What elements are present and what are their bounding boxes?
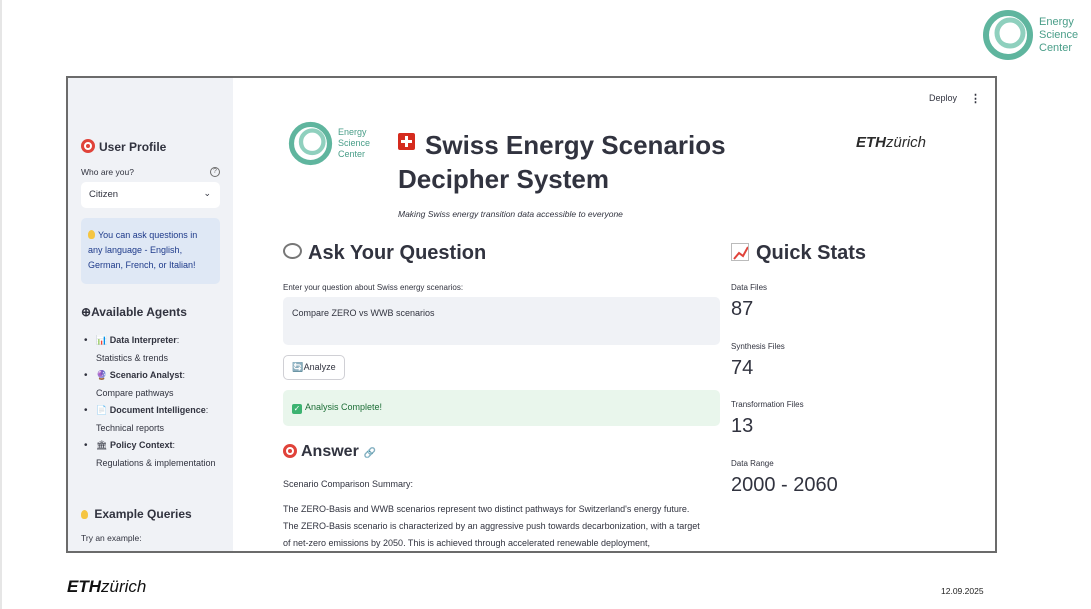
analyze-button[interactable]: 🔄Analyze bbox=[283, 355, 345, 380]
check-icon: ✓ bbox=[292, 404, 302, 414]
ask-question-heading: Ask Your Question bbox=[283, 242, 486, 265]
target-icon bbox=[283, 444, 297, 458]
chart-increasing-icon bbox=[731, 243, 749, 261]
answer-line-3: of net-zero emissions by 2050. This is a… bbox=[283, 538, 651, 548]
agent-item-scenario-analyst: 🔮 Scenario Analyst:Compare pathways bbox=[82, 367, 227, 402]
example-queries-heading: Example Queries bbox=[81, 507, 192, 521]
agent-item-document-intelligence: 📄 Document Intelligence:Technical report… bbox=[82, 402, 227, 437]
stat-value-data-range: 2000 - 2060 bbox=[731, 474, 838, 496]
energy-science-center-text: Energy Science Center bbox=[1039, 15, 1079, 54]
who-are-you-label: Who are you? bbox=[81, 167, 134, 177]
analysis-success-alert: ✓ Analysis Complete! bbox=[283, 390, 720, 426]
energy-science-center-ring-icon bbox=[983, 10, 1033, 60]
stat-label-transformation-files: Transformation Files bbox=[731, 400, 804, 409]
chevron-down-icon: ⌄ bbox=[203, 188, 211, 198]
slide-edge bbox=[0, 0, 2, 609]
question-input[interactable]: Compare ZERO vs WWB scenarios bbox=[283, 297, 720, 345]
help-icon[interactable]: ? bbox=[210, 167, 220, 177]
chart-icon: 📊 bbox=[96, 335, 108, 345]
swiss-flag-icon bbox=[398, 133, 415, 150]
stat-label-data-files: Data Files bbox=[731, 283, 768, 292]
deploy-button[interactable]: Deploy bbox=[929, 93, 957, 103]
lightbulb-icon bbox=[81, 510, 88, 519]
main-esc-logo-text: Energy Science Center bbox=[338, 127, 371, 159]
quick-stats-heading: Quick Stats bbox=[731, 242, 866, 265]
page-subtitle: Making Swiss energy transition data acce… bbox=[398, 209, 623, 219]
classical-building-icon: 🏛 bbox=[96, 440, 108, 450]
target-icon bbox=[81, 139, 95, 153]
question-label: Enter your question about Swiss energy s… bbox=[283, 283, 464, 292]
user-profile-heading: User Profile bbox=[81, 139, 166, 154]
crystal-ball-icon: 🔮 bbox=[96, 370, 108, 380]
slide-date: 12.09.2025 bbox=[941, 586, 984, 596]
try-example-label: Try an example: bbox=[81, 533, 142, 543]
refresh-icon: 🔄 bbox=[292, 362, 304, 372]
document-icon: 📄 bbox=[96, 405, 108, 415]
stat-value-transformation-files: 13 bbox=[731, 415, 754, 437]
app-window: User Profile Who are you? ? Citizen ⌄ Yo… bbox=[66, 76, 997, 553]
answer-line-2: The ZERO-Basis scenario is characterized… bbox=[283, 521, 700, 531]
page-title: Swiss Energy Scenarios Decipher System bbox=[398, 130, 726, 194]
answer-intro: Scenario Comparison Summary: bbox=[283, 479, 414, 489]
answer-line-1: The ZERO-Basis and WWB scenarios represe… bbox=[283, 504, 690, 514]
kebab-menu-icon[interactable]: ⋮ bbox=[970, 92, 981, 105]
agent-item-policy-context: 🏛 Policy Context:Regulations & implement… bbox=[82, 437, 227, 472]
footer-eth-zurich-logo: ETHzürich bbox=[67, 577, 147, 596]
sidebar: User Profile Who are you? ? Citizen ⌄ Yo… bbox=[68, 78, 233, 551]
stat-value-data-files: 87 bbox=[731, 298, 754, 320]
main-esc-logo: Energy Science Center bbox=[288, 121, 370, 166]
lightbulb-icon bbox=[88, 230, 95, 239]
main-content: Deploy ⋮ Energy Science Center Swiss Ene… bbox=[233, 78, 995, 551]
stat-value-synthesis-files: 74 bbox=[731, 357, 754, 379]
agent-item-data-interpreter: 📊 Data Interpreter:Statistics & trends bbox=[82, 332, 227, 367]
energy-science-center-ring-icon bbox=[288, 121, 333, 166]
available-agents-heading: ⊕Available Agents bbox=[81, 305, 187, 319]
anchor-link-icon[interactable]: 🔗 bbox=[364, 448, 376, 459]
energy-science-center-logo: Energy Science Center bbox=[982, 9, 1078, 61]
language-info-text: You can ask questions in any language - … bbox=[88, 230, 198, 270]
stat-label-synthesis-files: Synthesis Files bbox=[731, 342, 785, 351]
eth-zurich-logo: ETHzürich bbox=[856, 134, 927, 151]
role-select-value: Citizen bbox=[89, 189, 119, 200]
speech-bubble-icon bbox=[283, 243, 302, 259]
role-select[interactable]: Citizen ⌄ bbox=[81, 182, 220, 208]
stat-label-data-range: Data Range bbox=[731, 459, 774, 468]
answer-heading: Answer 🔗 bbox=[283, 443, 376, 461]
agents-list: 📊 Data Interpreter:Statistics & trends 🔮… bbox=[82, 332, 227, 472]
language-info-box: You can ask questions in any language - … bbox=[81, 218, 220, 284]
